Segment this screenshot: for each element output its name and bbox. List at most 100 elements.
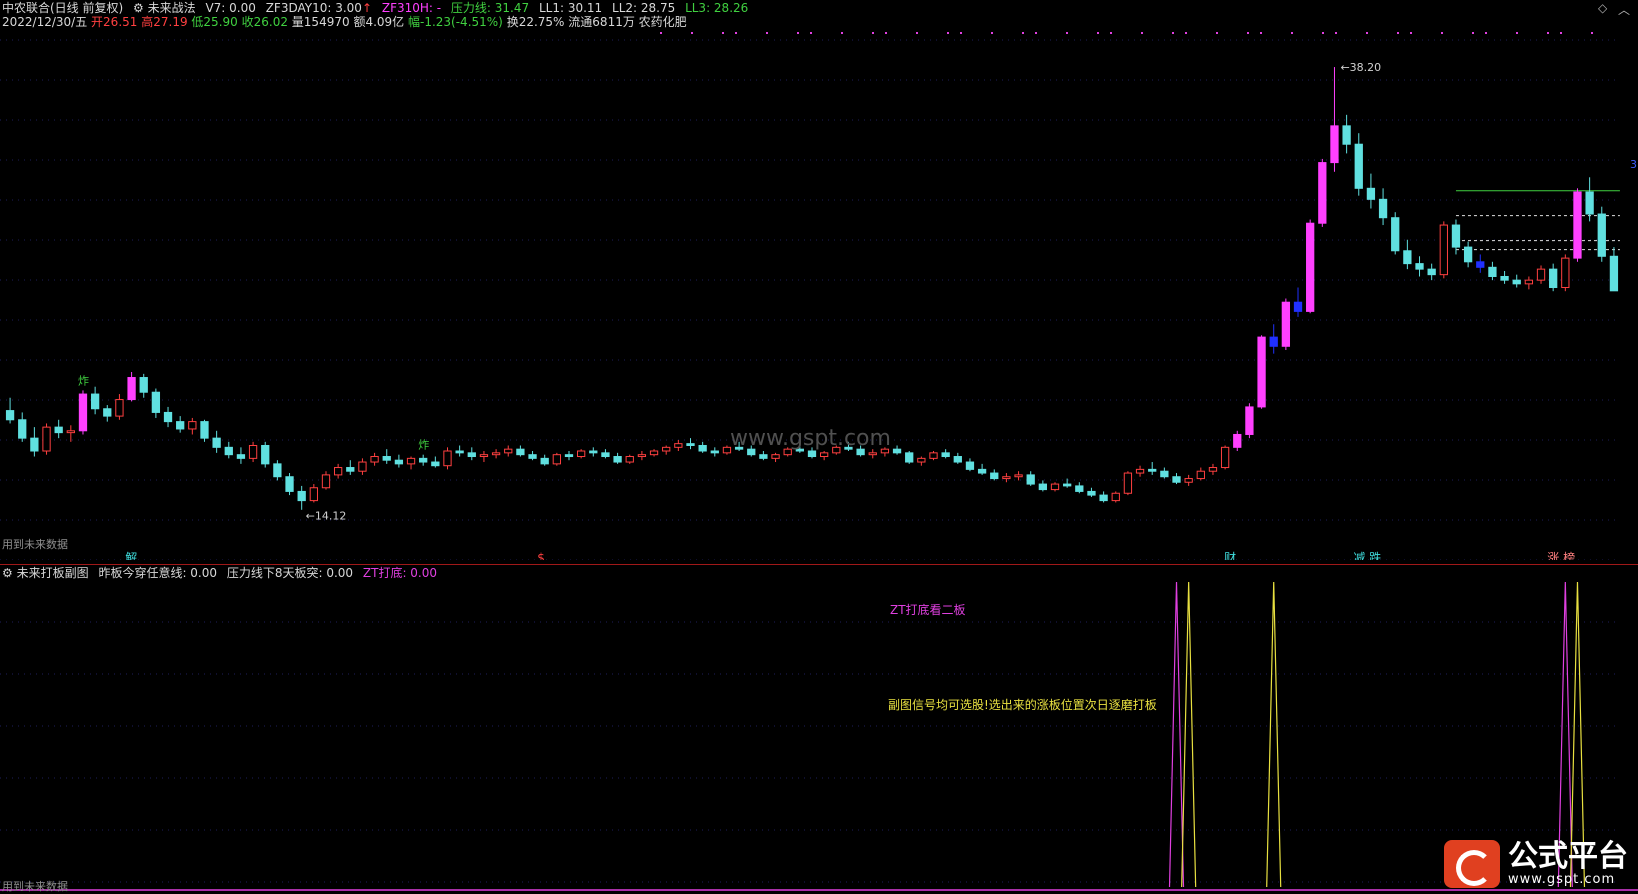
candle-body (1063, 483, 1072, 487)
candle-body (139, 377, 148, 393)
gspt-logo-icon (1444, 840, 1500, 888)
signal-dot (872, 32, 874, 34)
signal-dot (1591, 32, 1593, 34)
candle-body (965, 461, 975, 470)
signal-dot (947, 32, 949, 34)
candle-body (977, 468, 987, 474)
future-data-note-main: 用到未来数据 (2, 538, 68, 551)
candle-body (1476, 261, 1485, 268)
candle-body (1208, 467, 1218, 472)
candle-body (163, 411, 173, 423)
candle-body (1111, 492, 1120, 502)
candle-body (990, 472, 999, 480)
candle-body (66, 430, 75, 434)
candle-body (1609, 255, 1619, 292)
logo-text: 公式平台 (1508, 839, 1628, 874)
bottom-marker: 解 (125, 551, 137, 560)
candle-body (1330, 125, 1339, 164)
candle-body (1038, 483, 1048, 491)
candle-body (261, 444, 270, 465)
sub-note-zt: ZT打底看二板 (890, 603, 966, 617)
candle-body (1378, 198, 1388, 219)
candle-body (370, 456, 379, 463)
candle-body (576, 450, 586, 458)
signal-dot (1185, 32, 1187, 34)
candle-body (917, 457, 926, 463)
candle-body (1160, 470, 1169, 478)
signal-dot (1516, 32, 1518, 34)
candle-body (115, 399, 124, 417)
candle-body (1415, 263, 1424, 270)
sub-field2: 压力线下8天板突: 0.00 (226, 566, 354, 580)
candle-body (1488, 266, 1497, 277)
signal-dot (1485, 32, 1487, 34)
candle-body (127, 377, 136, 401)
candle-body (1075, 485, 1084, 492)
signal-dot (1110, 32, 1112, 34)
sub-settings-gear-icon[interactable]: ⚙ (2, 566, 13, 580)
candle-body (103, 408, 112, 417)
candle-body (892, 448, 902, 454)
candle-body (1099, 494, 1108, 502)
candle-body (212, 437, 221, 448)
candle-body (613, 456, 622, 463)
sub-title[interactable]: 未来打板副图 (17, 566, 89, 580)
signal-dot (1260, 32, 1262, 34)
zha-label: 炸 (78, 374, 89, 387)
candle-body (1549, 268, 1558, 289)
candle-body (30, 437, 39, 452)
candle-body (1427, 268, 1436, 276)
pane-separator[interactable] (0, 564, 1638, 565)
candle-body (419, 457, 428, 463)
signal-dot (1410, 32, 1412, 34)
signal-dot (916, 32, 918, 34)
candle-body (1026, 474, 1035, 485)
signal-dot (660, 32, 662, 34)
candle-body (236, 454, 246, 459)
candle-body (1257, 336, 1266, 408)
candle-body (455, 450, 464, 454)
signal-dot (1141, 32, 1143, 34)
signal-dot (1066, 32, 1068, 34)
watermark-text: www.gspt.com (730, 426, 891, 451)
candle-body (491, 452, 501, 456)
candle-body (431, 461, 440, 467)
candle-body (929, 452, 938, 459)
candle-body (710, 450, 719, 454)
candle-body (953, 456, 962, 463)
candle-body (1050, 483, 1060, 491)
candle-body (358, 461, 367, 472)
signal-dot (691, 32, 693, 34)
signal-dot (991, 32, 993, 34)
high-price-label: ←38.20 (1340, 61, 1381, 74)
candle-body (1439, 224, 1448, 276)
candle-body (1184, 478, 1193, 483)
candle-body (333, 467, 343, 476)
candle-body (1536, 268, 1546, 281)
candle-body (1512, 279, 1521, 285)
sub-signal-spike (1168, 582, 1185, 888)
candle-body (273, 463, 282, 478)
candle-body (504, 448, 513, 454)
bottom-marker: $ (537, 551, 545, 560)
candle-body (479, 454, 489, 458)
candle-body (42, 426, 51, 452)
candle-body (285, 476, 294, 492)
candle-body (1087, 490, 1096, 496)
candle-body (1306, 222, 1315, 312)
candle-body (467, 452, 476, 458)
signal-dot (1022, 32, 1024, 34)
candle-body (188, 421, 197, 430)
candle-body (1135, 468, 1145, 474)
candle-body (1561, 257, 1570, 289)
signal-dot (960, 32, 962, 34)
candle-body (516, 448, 525, 456)
sub-indicator-chart[interactable] (0, 582, 1638, 892)
sub-signal-spike (1266, 582, 1282, 888)
candle-body (649, 450, 659, 456)
candle-body (807, 450, 817, 458)
candle-body (1281, 301, 1291, 347)
candle-body (1451, 224, 1461, 248)
main-candlestick-chart[interactable]: ←38.20←14.12炸炸 www.gspt.com3解 $ 财减 跌涨 榜 (0, 0, 1638, 560)
candle-body (540, 457, 549, 465)
